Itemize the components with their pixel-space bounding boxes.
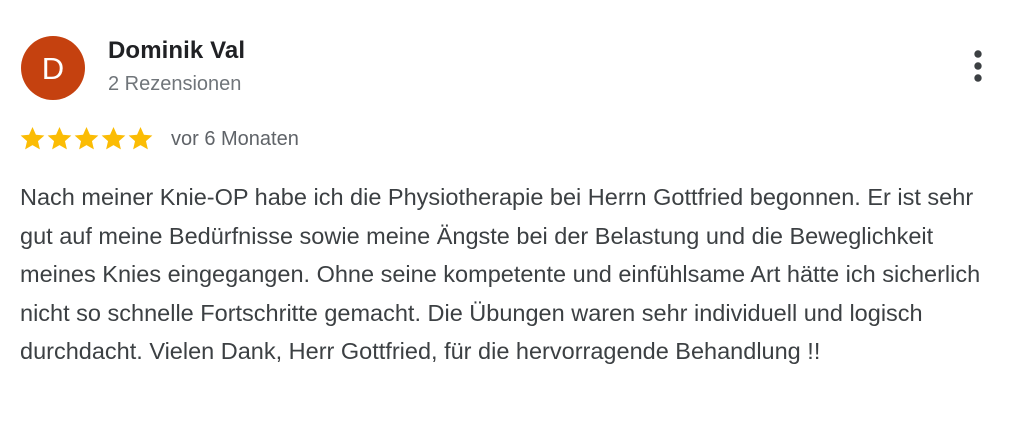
star-icon xyxy=(47,126,72,149)
star-icon xyxy=(101,126,126,149)
more-vert-icon xyxy=(974,50,982,82)
review-card: D Dominik Val 2 Rezensionen vor 6 Monate… xyxy=(0,0,1014,436)
review-count[interactable]: 2 Rezensionen xyxy=(108,73,241,96)
rating-row: vor 6 Monaten xyxy=(19,123,299,153)
avatar-initial: D xyxy=(41,51,65,86)
author-name[interactable]: Dominik Val xyxy=(108,37,245,65)
star-icon xyxy=(74,126,99,149)
star-icon xyxy=(128,126,153,149)
more-options-button[interactable] xyxy=(958,46,998,86)
star-rating xyxy=(19,125,154,152)
avatar[interactable]: D xyxy=(21,36,85,100)
star-icon xyxy=(20,126,45,149)
review-date: vor 6 Monaten xyxy=(171,127,299,150)
review-text: Nach meiner Knie-OP habe ich die Physiot… xyxy=(20,184,981,365)
